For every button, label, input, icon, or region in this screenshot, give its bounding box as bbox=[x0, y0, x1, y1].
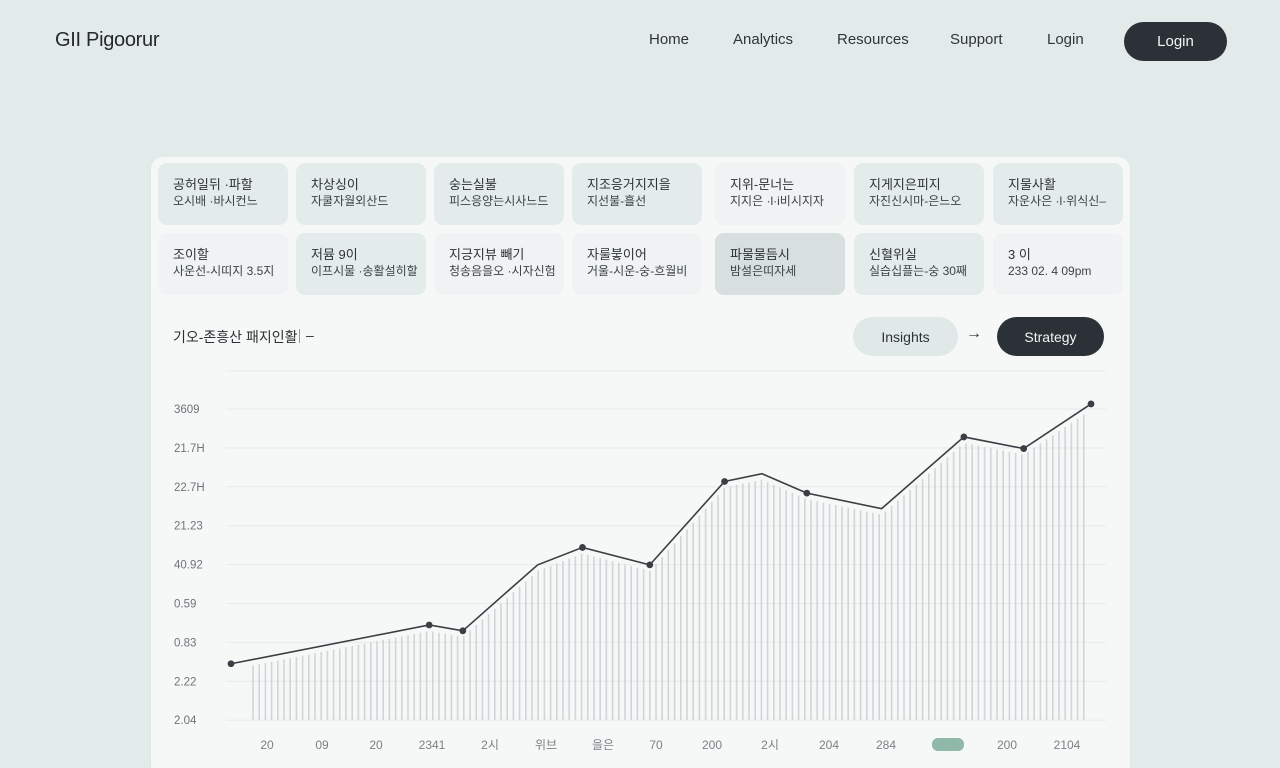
card-title: 차상싱이 bbox=[311, 177, 359, 192]
card-title: 지게지은피지 bbox=[869, 177, 941, 192]
card-subtitle: 거울-시운-숭-흐월비 bbox=[587, 264, 688, 278]
nav-home[interactable]: Home bbox=[649, 31, 689, 48]
x-tick-label: 20 bbox=[260, 738, 274, 752]
metric-card[interactable]: 파물물듬시밤설은띠자세 bbox=[715, 233, 845, 295]
y-tick-label: 0.59 bbox=[174, 599, 196, 611]
card-title: 신혈위실 bbox=[869, 247, 917, 262]
x-tick-label: 을은 bbox=[592, 738, 614, 752]
data-point[interactable] bbox=[646, 561, 654, 569]
login-button[interactable]: Login bbox=[1124, 22, 1227, 61]
card-title: 공허일뒤 ·파할 bbox=[173, 177, 253, 192]
x-tick-label: 2시 bbox=[761, 738, 779, 752]
series-line bbox=[230, 403, 1092, 665]
metric-card[interactable]: 조이할사운선-시띠지 3.5지 bbox=[158, 233, 288, 295]
metric-card[interactable]: 숭는실불피스응양는시사느드 bbox=[434, 163, 564, 225]
card-subtitle: 사운선-시띠지 3.5지 bbox=[173, 264, 275, 278]
data-point[interactable] bbox=[960, 433, 968, 441]
insights-button[interactable]: Insights bbox=[853, 317, 958, 356]
card-title: 자룰붛이어 bbox=[587, 247, 647, 262]
data-point[interactable] bbox=[579, 544, 586, 551]
nav-support[interactable]: Support bbox=[950, 31, 1003, 48]
metric-card[interactable]: 지조응거지지을지선불-흘선 bbox=[572, 163, 702, 225]
data-point[interactable] bbox=[721, 478, 728, 485]
data-point[interactable] bbox=[425, 621, 433, 629]
y-tick-label: 21.7H bbox=[174, 443, 205, 455]
card-title: 지조응거지지을 bbox=[587, 177, 671, 192]
x-tick-label: 2341 bbox=[419, 738, 446, 752]
card-title: 지위-문너는 bbox=[730, 177, 795, 192]
metric-card[interactable]: 자룰붛이어거울-시운-숭-흐월비 bbox=[572, 233, 702, 295]
card-title: 지물사활 bbox=[1008, 177, 1056, 192]
y-tick-label: 40.92 bbox=[174, 560, 203, 572]
metric-card[interactable]: 저뮴 9이이프시물 ·송활설히할 bbox=[296, 233, 426, 295]
metric-card[interactable]: 3 이 233 02. 4 09pm bbox=[993, 233, 1123, 295]
x-tick-label: 70 bbox=[649, 738, 663, 752]
metric-card[interactable]: 공허일뒤 ·파할오시배 ·바시컨느 bbox=[158, 163, 288, 225]
dashboard-panel: 공허일뒤 ·파할 오시배 ·바시컨느 차상싱이 자쿨자월외산드 숭는실불 피스응양는시사느… bbox=[151, 157, 1130, 768]
metric-card[interactable]: 지위-문너는지지은 ·l·i비시지자 bbox=[715, 163, 845, 225]
card-subtitle: 이프시물 ·송활설히할 bbox=[311, 264, 418, 278]
card-subtitle: 자운사은 ·l·위식신– bbox=[1008, 194, 1106, 208]
x-axis-highlight-marker[interactable] bbox=[932, 738, 964, 751]
data-point[interactable] bbox=[227, 660, 235, 668]
metric-card[interactable]: 지긍지뷰 빼기청송음을오 ·시자신험 bbox=[434, 233, 564, 295]
metric-card[interactable]: 차상싱이자쿨자월외산드 bbox=[296, 163, 426, 225]
x-tick-label: 09 bbox=[315, 738, 329, 752]
strategy-button[interactable]: Strategy bbox=[997, 317, 1104, 356]
x-tick-label: 2시 bbox=[481, 738, 499, 752]
card-title: 저뮴 9이 bbox=[311, 247, 358, 262]
card-subtitle: 오시배 ·바시컨느 bbox=[173, 194, 258, 208]
title-divider bbox=[299, 329, 300, 343]
nav-analytics[interactable]: Analytics bbox=[733, 31, 793, 48]
brand-logo[interactable]: GII Pigoorur bbox=[55, 29, 160, 52]
metric-card[interactable]: 신혈위실실습십플는-숭 30째 bbox=[854, 233, 984, 295]
y-tick-label: 22.7H bbox=[174, 482, 205, 494]
card-subtitle: 피스응양는시사느드 bbox=[449, 194, 549, 208]
chart-section-title: 기오-존흥산 패지인활 bbox=[173, 329, 298, 345]
card-subtitle: 청송음을오 ·시자신험 bbox=[449, 264, 556, 278]
x-tick-label: 284 bbox=[876, 738, 896, 752]
x-tick-label: 위브 bbox=[535, 738, 557, 752]
metric-card[interactable]: 지게지은피지자진신시마-은느오 bbox=[854, 163, 984, 225]
x-tick-label: 204 bbox=[819, 738, 839, 752]
card-title: 지긍지뷰 빼기 bbox=[449, 247, 525, 262]
card-title: 파물물듬시 bbox=[730, 247, 790, 262]
y-tick-label: 21.23 bbox=[174, 521, 203, 533]
nav-login-link[interactable]: Login bbox=[1047, 31, 1084, 48]
y-tick-label: 3609 bbox=[174, 404, 200, 416]
arrow-right-icon: → bbox=[966, 325, 982, 342]
card-subtitle: 실습십플는-숭 30째 bbox=[869, 264, 967, 278]
card-title: 3 이 bbox=[1008, 247, 1031, 262]
data-point[interactable] bbox=[459, 627, 467, 635]
nav-resources[interactable]: Resources bbox=[837, 31, 909, 48]
x-tick-label: 200 bbox=[997, 738, 1017, 752]
metric-card[interactable]: 지물사활자운사은 ·l·위식신– bbox=[993, 163, 1123, 225]
y-tick-label: 2.22 bbox=[174, 676, 196, 688]
x-tick-label: 200 bbox=[702, 738, 722, 752]
data-point[interactable] bbox=[1087, 400, 1095, 408]
data-point[interactable] bbox=[803, 489, 811, 497]
card-subtitle: 자쿨자월외산드 bbox=[311, 194, 389, 208]
x-tick-label: 2104 bbox=[1054, 738, 1081, 752]
card-subtitle: 밤설은띠자세 bbox=[730, 264, 797, 278]
top-navigation-bar: GII Pigoorur Home Analytics Resources Su… bbox=[0, 0, 1280, 84]
y-tick-label: 0.83 bbox=[174, 637, 196, 649]
card-title: 숭는실불 bbox=[449, 177, 497, 192]
x-tick-label: 20 bbox=[369, 738, 383, 752]
card-subtitle: 지지은 ·l·i비시지자 bbox=[730, 194, 824, 208]
card-subtitle: 자진신시마-은느오 bbox=[869, 194, 962, 208]
y-tick-label: 2.04 bbox=[174, 715, 197, 727]
card-subtitle: 지선불-흘선 bbox=[587, 194, 647, 208]
card-title: 조이할 bbox=[173, 247, 209, 262]
data-point[interactable] bbox=[1020, 445, 1028, 452]
card-subtitle: 233 02. 4 09pm bbox=[1008, 264, 1092, 278]
title-dash: – bbox=[306, 327, 314, 343]
line-chart: 3609 21.7H 22.7H 21.23 40.92 0.59 0.83 2.22 2.04… bbox=[174, 370, 1106, 752]
